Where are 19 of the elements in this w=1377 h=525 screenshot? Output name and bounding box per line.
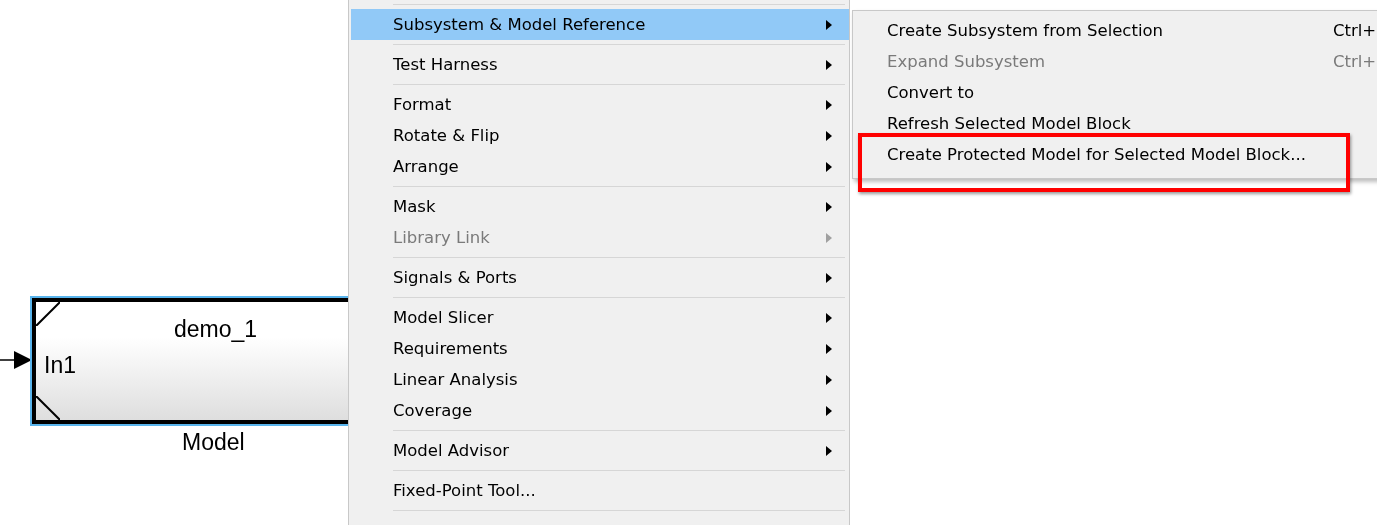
signal-arrow [0, 350, 32, 370]
menu-item[interactable]: Signals & Ports [351, 262, 849, 293]
menu-item[interactable]: Subsystem & Model Reference [351, 9, 849, 40]
menu-item[interactable]: Mask [351, 191, 849, 222]
corner-mark-icon [36, 396, 60, 420]
port-label: In1 [44, 352, 76, 379]
menu-item[interactable]: Create Subsystem from Selection Ctrl+ [853, 15, 1377, 46]
block-name: demo_1 [174, 316, 258, 343]
menu-item[interactable]: Test Harness [351, 49, 849, 80]
corner-mark-icon [36, 302, 60, 326]
menu-item[interactable]: Format [351, 89, 849, 120]
block-caption: Model [182, 429, 245, 456]
menu-item[interactable]: Fixed-Point Tool... [351, 475, 849, 506]
menu-item[interactable]: Rotate & Flip [351, 120, 849, 151]
menu-item[interactable]: Refresh Selected Model Block [853, 108, 1377, 139]
menu-item[interactable]: Convert to [853, 77, 1377, 108]
menu-item[interactable]: Model Advisor [351, 435, 849, 466]
menu-item[interactable]: Create Protected Model for Selected Model Block... [853, 139, 1377, 170]
menu-item[interactable]: Arrange [351, 151, 849, 182]
